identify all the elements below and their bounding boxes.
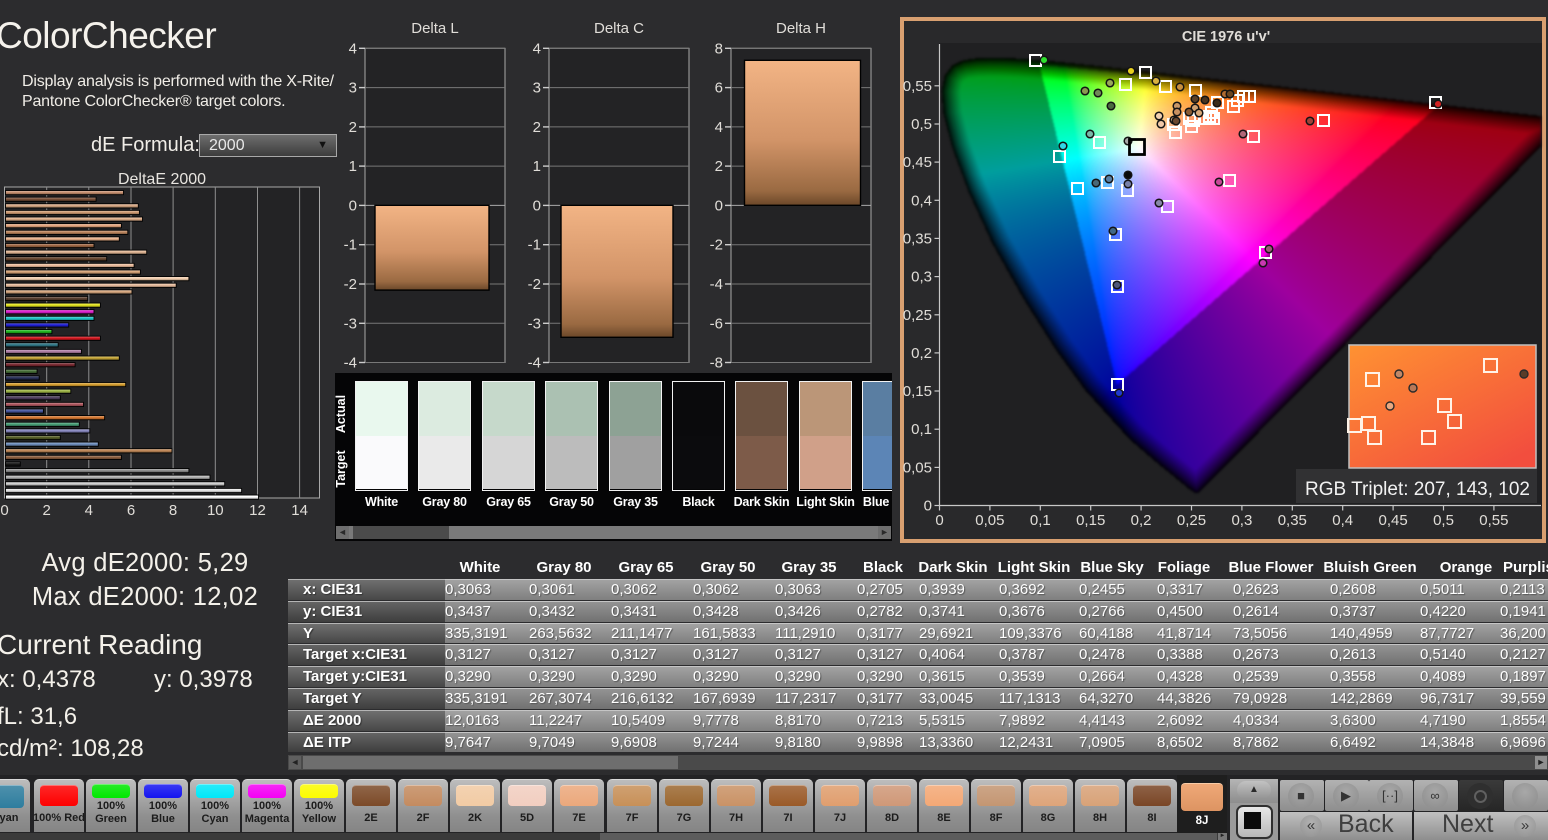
svg-text:2: 2: [43, 502, 51, 519]
svg-text:4: 4: [85, 502, 93, 519]
svg-text:6: 6: [127, 502, 135, 519]
svg-text:-2: -2: [344, 276, 357, 293]
svg-text:0,15: 0,15: [1076, 512, 1105, 529]
svg-text:0,55: 0,55: [1479, 512, 1508, 529]
svg-text:0: 0: [924, 498, 932, 515]
svg-text:0: 0: [349, 197, 357, 214]
svg-text:0: 0: [715, 197, 723, 214]
svg-text:1: 1: [349, 158, 357, 175]
svg-text:0,2: 0,2: [1131, 512, 1152, 529]
svg-text:-4: -4: [528, 355, 541, 372]
svg-text:3: 3: [349, 80, 357, 97]
svg-text:3: 3: [533, 80, 541, 97]
svg-text:10: 10: [207, 502, 224, 519]
svg-text:0,25: 0,25: [903, 307, 932, 324]
svg-text:0: 0: [0, 502, 8, 519]
svg-text:-1: -1: [528, 237, 541, 254]
svg-text:4: 4: [349, 40, 357, 57]
svg-text:0,1: 0,1: [911, 421, 932, 438]
svg-text:Delta H: Delta H: [776, 20, 826, 37]
svg-text:1: 1: [533, 158, 541, 175]
svg-text:0,3: 0,3: [911, 269, 932, 286]
svg-text:2: 2: [349, 119, 357, 136]
svg-text:0,45: 0,45: [1378, 512, 1407, 529]
svg-text:-2: -2: [528, 276, 541, 293]
svg-text:-4: -4: [344, 355, 357, 372]
svg-text:0: 0: [935, 512, 943, 529]
svg-text:Delta C: Delta C: [594, 20, 644, 37]
svg-text:0,15: 0,15: [903, 383, 932, 400]
svg-text:0,1: 0,1: [1030, 512, 1051, 529]
svg-text:Delta L: Delta L: [411, 20, 459, 37]
svg-text:-3: -3: [528, 315, 541, 332]
svg-text:DeltaE 2000: DeltaE 2000: [118, 171, 206, 188]
svg-text:0,4: 0,4: [1332, 512, 1353, 529]
svg-text:-4: -4: [710, 276, 723, 293]
svg-text:4: 4: [533, 40, 541, 57]
svg-text:0: 0: [533, 197, 541, 214]
svg-text:4: 4: [715, 119, 723, 136]
svg-text:2: 2: [715, 158, 723, 175]
svg-text:-3: -3: [344, 315, 357, 332]
svg-text:14: 14: [291, 502, 308, 519]
svg-text:RGB Triplet: 207, 143, 102: RGB Triplet: 207, 143, 102: [1305, 479, 1530, 500]
svg-text:0,5: 0,5: [911, 116, 932, 133]
svg-text:0,05: 0,05: [903, 459, 932, 476]
svg-text:0,35: 0,35: [903, 230, 932, 247]
svg-text:0,45: 0,45: [903, 154, 932, 171]
svg-text:0,35: 0,35: [1278, 512, 1307, 529]
svg-text:-8: -8: [710, 355, 723, 372]
svg-text:-6: -6: [710, 315, 723, 332]
svg-text:0,5: 0,5: [1433, 512, 1454, 529]
svg-text:0,4: 0,4: [911, 192, 932, 209]
svg-text:CIE 1976 u'v': CIE 1976 u'v': [1182, 29, 1270, 45]
svg-text:-1: -1: [344, 237, 357, 254]
svg-text:6: 6: [715, 80, 723, 97]
svg-text:0,25: 0,25: [1177, 512, 1206, 529]
svg-text:8: 8: [715, 40, 723, 57]
svg-text:8: 8: [169, 502, 177, 519]
svg-text:2: 2: [533, 119, 541, 136]
svg-text:0,05: 0,05: [975, 512, 1004, 529]
svg-text:0,3: 0,3: [1231, 512, 1252, 529]
svg-text:-2: -2: [710, 237, 723, 254]
svg-text:0,2: 0,2: [911, 345, 932, 362]
svg-text:0,55: 0,55: [903, 78, 932, 95]
svg-text:12: 12: [249, 502, 266, 519]
